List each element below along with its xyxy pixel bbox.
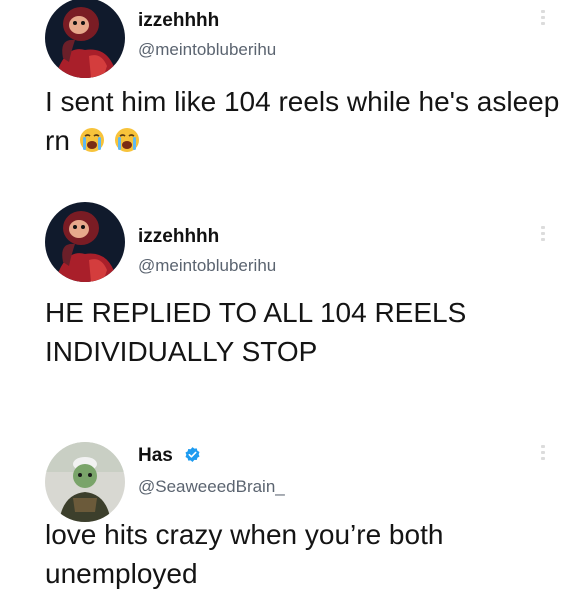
tweet-text: I sent him like 104 reels while he's asl…: [45, 82, 565, 164]
tweet-text-line: HE REPLIED TO ALL 104 REELS: [45, 297, 467, 328]
display-name[interactable]: izzehhhh: [138, 226, 219, 248]
tweet-card-2[interactable]: izzehhhh @meintobluberihu HE REPLIED TO …: [0, 198, 585, 374]
tweet-text: love hits crazy when you’re both unemplo…: [45, 515, 565, 593]
tweet-card-1[interactable]: izzehhhh @meintobluberihu I sent him lik…: [0, 0, 585, 160]
user-handle[interactable]: @SeaweeedBrain_: [138, 477, 285, 497]
loudly-crying-face-icon: [113, 125, 141, 164]
loudly-crying-face-icon: [78, 125, 106, 164]
verified-badge-icon: [184, 446, 201, 469]
user-handle[interactable]: @meintobluberihu: [138, 256, 276, 276]
more-options-icon[interactable]: [541, 10, 545, 25]
avatar[interactable]: [45, 0, 125, 78]
display-name[interactable]: Has: [138, 445, 201, 469]
avatar[interactable]: [45, 442, 125, 522]
display-name-text[interactable]: Has: [138, 445, 173, 466]
tweet-card-3[interactable]: Has @SeaweeedBrain_ love hits crazy when…: [0, 420, 585, 596]
avatar[interactable]: [45, 202, 125, 282]
tweet-text: HE REPLIED TO ALL 104 REELS INDIVIDUALLY…: [45, 293, 565, 371]
tweet-text-line: unemployed: [45, 558, 198, 589]
tweet-screenshot-stack: izzehhhh @meintobluberihu I sent him lik…: [0, 0, 585, 596]
tweet-text-line: love hits crazy when you’re both: [45, 519, 444, 550]
more-options-icon[interactable]: [541, 445, 545, 460]
more-options-icon[interactable]: [541, 226, 545, 241]
display-name[interactable]: izzehhhh: [138, 10, 219, 32]
user-handle[interactable]: @meintobluberihu: [138, 40, 276, 60]
tweet-text-line: INDIVIDUALLY STOP: [45, 336, 318, 367]
